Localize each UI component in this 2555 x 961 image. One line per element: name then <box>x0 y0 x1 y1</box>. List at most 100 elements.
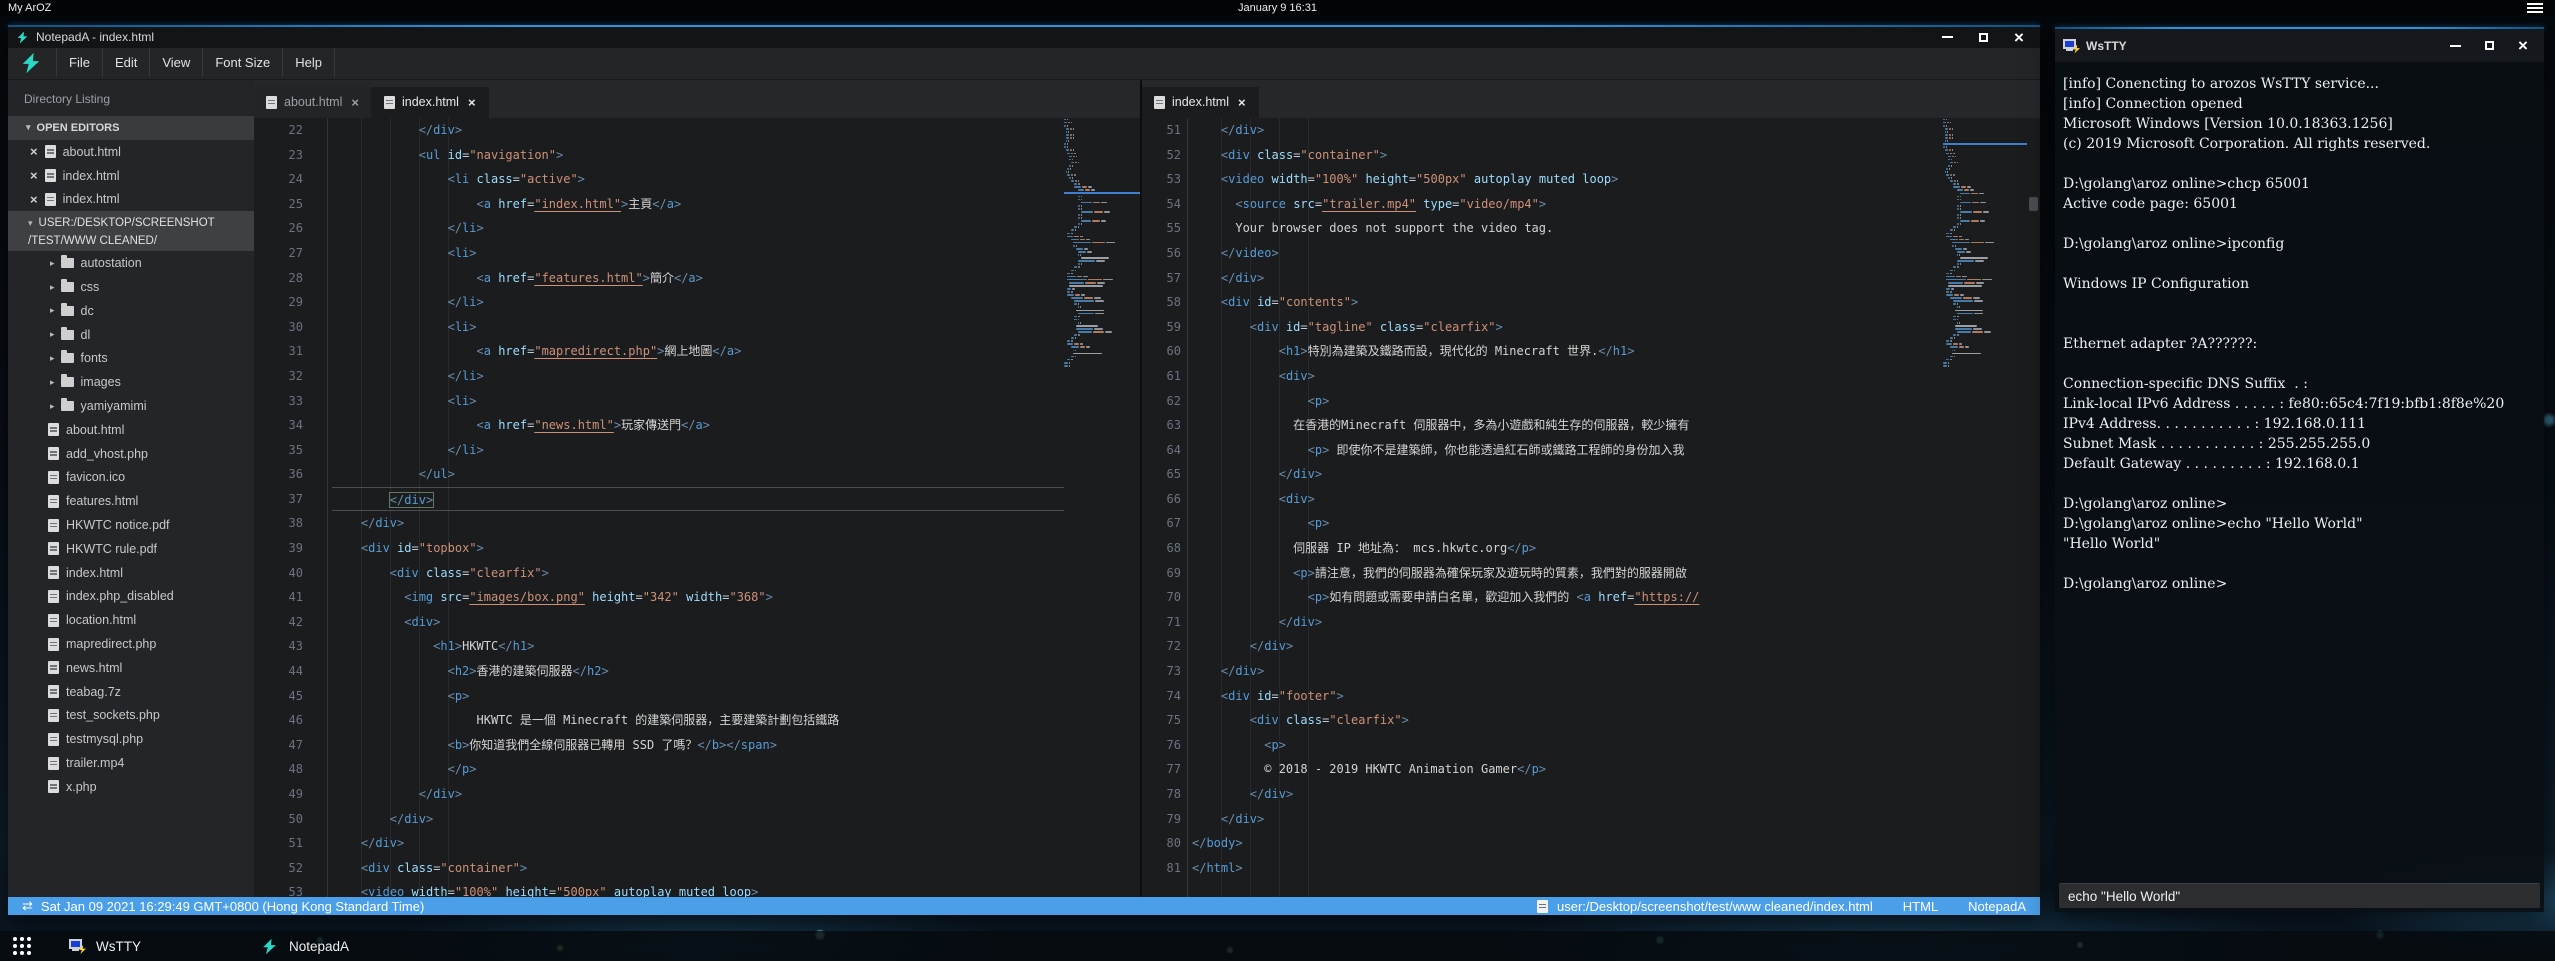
sidebar-folder-css[interactable]: ▸css <box>8 275 254 299</box>
tab-about.html[interactable]: about.html× <box>254 87 372 118</box>
open-editor-item[interactable]: × index.html <box>8 164 254 188</box>
terminal-command-input[interactable] <box>2059 883 2540 908</box>
file-label: HKWTC rule.pdf <box>66 542 157 556</box>
wstty-titlebar[interactable]: WsTTY × <box>2055 29 2544 62</box>
sidebar-folder-images[interactable]: ▸images <box>8 370 254 394</box>
sidebar-file-teabag.7z[interactable]: teabag.7z <box>8 680 254 704</box>
code-line: </div> <box>1192 610 1943 635</box>
folder-label: dc <box>81 304 94 318</box>
system-menu-icon[interactable] <box>2527 3 2543 13</box>
folder-icon <box>61 306 74 316</box>
open-editor-item[interactable]: ×index.html <box>8 188 254 212</box>
sidebar-folder-fonts[interactable]: ▸fonts <box>8 347 254 371</box>
code-line: </p> <box>332 757 1064 782</box>
file-icon <box>48 614 59 627</box>
sidebar-file-testmysql.php[interactable]: testmysql.php <box>8 727 254 751</box>
maximize-icon[interactable] <box>2482 39 2496 53</box>
menu-font-size[interactable]: Font Size <box>203 48 283 77</box>
code-line: </li> <box>332 438 1064 463</box>
maximize-icon[interactable] <box>1976 30 1990 44</box>
open-editor-item[interactable]: ×about.html <box>8 140 254 164</box>
minimize-icon[interactable] <box>2448 39 2462 53</box>
sidebar-folder-dl[interactable]: ▸dl <box>8 323 254 347</box>
taskbar: WsTTY NotepadA <box>0 931 2555 961</box>
taskbar-label: WsTTY <box>96 939 141 954</box>
chevron-down-icon: ▾ <box>26 122 31 133</box>
scrollbar-thumb[interactable] <box>2029 197 2038 211</box>
file-icon <box>48 423 59 436</box>
notepad-titlebar[interactable]: NotepadA - index.html × <box>8 27 2040 48</box>
sidebar-file-index.html[interactable]: index.html <box>8 561 254 585</box>
code-line: 伺服器 IP 地址為： mcs.hkwtc.org</p> <box>1192 536 1943 561</box>
taskbar-item-wstty[interactable]: WsTTY <box>59 931 151 961</box>
file-icon <box>266 96 277 109</box>
sidebar-file-trailer.mp4[interactable]: trailer.mp4 <box>8 751 254 775</box>
code-line: </div> <box>1192 266 1943 291</box>
minimize-icon[interactable] <box>1940 30 1954 44</box>
close-icon[interactable]: × <box>2516 39 2530 53</box>
terminal-output[interactable]: [info] Conencting to arozos WsTTY servic… <box>2055 62 2544 912</box>
sidebar-file-test_sockets.php[interactable]: test_sockets.php <box>8 704 254 728</box>
terminal-line: D:\golang\aroz online>ipconfig <box>2063 234 2536 254</box>
file-icon <box>384 96 395 109</box>
terminal-line: Active code page: 65001 <box>2063 194 2536 214</box>
file-icon <box>48 590 59 603</box>
file-icon <box>48 685 59 698</box>
workspace-root-item[interactable]: ▾ USER:/DESKTOP/SCREENSHOT /TEST/WWW CLE… <box>8 211 254 251</box>
sidebar-file-about.html[interactable]: about.html <box>8 418 254 442</box>
file-label: favicon.ico <box>66 470 125 484</box>
file-label: testmysql.php <box>66 732 143 746</box>
open-editor-label: index.html <box>63 169 120 183</box>
code-line: <p> <box>1192 389 1943 414</box>
sidebar-folder-yamiyamimi[interactable]: ▸yamiyamimi <box>8 394 254 418</box>
code-line: <h2>香港的建築伺服器</h2> <box>332 659 1064 684</box>
code-editor-right[interactable]: </div> <div class="container"> <video wi… <box>1188 118 1943 897</box>
code-line: </div> <box>332 118 1064 143</box>
code-line: <div class="clearfix"> <box>1192 708 1943 733</box>
app-launcher-icon[interactable] <box>13 937 31 955</box>
open-editors-section[interactable]: ▾ OPEN EDITORS <box>8 116 254 140</box>
sidebar-folder-autostation[interactable]: ▸autostation <box>8 251 254 275</box>
sidebar: Directory Listing ▾ OPEN EDITORS ×about.… <box>8 80 254 897</box>
tab-index.html[interactable]: index.html× <box>372 87 489 118</box>
terminal-line: Subnet Mask . . . . . . . . . . . : 255.… <box>2063 434 2536 454</box>
code-line: </body> <box>1192 831 1943 856</box>
code-line: <p> 即使你不是建築師，你也能透過紅石師或鐵路工程師的身份加入我 <box>1192 438 1943 463</box>
tab-index.html[interactable]: index.html× <box>1142 87 1259 118</box>
sidebar-file-add_vhost.php[interactable]: add_vhost.php <box>8 442 254 466</box>
taskbar-item-notepada[interactable]: NotepadA <box>251 931 359 961</box>
menu-help[interactable]: Help <box>283 48 335 77</box>
close-icon[interactable]: × <box>2012 30 2026 44</box>
close-icon[interactable]: × <box>30 144 38 159</box>
code-line: </div> <box>1192 659 1943 684</box>
code-editor-left[interactable]: </div> <ul id="navigation"> <li class="a… <box>328 118 1064 897</box>
close-icon[interactable]: × <box>351 95 359 110</box>
scrollbar[interactable] <box>2027 118 2040 897</box>
close-icon[interactable]: × <box>30 192 38 207</box>
window-title: NotepadA - index.html <box>36 30 154 44</box>
file-icon <box>48 780 59 793</box>
sidebar-file-HKWTC_rule.pdf[interactable]: HKWTC rule.pdf <box>8 537 254 561</box>
minimap-right[interactable] <box>1943 118 2027 897</box>
sidebar-file-HKWTC_notice.pdf[interactable]: HKWTC notice.pdf <box>8 513 254 537</box>
sidebar-file-index.php_disabled[interactable]: index.php_disabled <box>8 585 254 609</box>
sidebar-file-mapredirect.php[interactable]: mapredirect.php <box>8 632 254 656</box>
close-icon[interactable]: × <box>468 95 476 110</box>
chevron-right-icon: ▸ <box>50 329 55 340</box>
sidebar-file-location.html[interactable]: location.html <box>8 608 254 632</box>
close-icon[interactable]: × <box>30 168 38 183</box>
sidebar-folder-dc[interactable]: ▸dc <box>8 299 254 323</box>
menu-file[interactable]: File <box>56 48 103 77</box>
sidebar-file-news.html[interactable]: news.html <box>8 656 254 680</box>
folder-icon <box>61 330 74 340</box>
chevron-right-icon: ▸ <box>50 282 55 293</box>
menu-edit[interactable]: Edit <box>103 48 150 77</box>
close-icon[interactable]: × <box>1238 95 1246 110</box>
sidebar-file-x.php[interactable]: x.php <box>8 775 254 799</box>
code-line: <source src="trailer.mp4" type="video/mp… <box>1192 192 1943 217</box>
sidebar-file-features.html[interactable]: features.html <box>8 489 254 513</box>
status-file-path: user:/Desktop/screenshot/test/www cleane… <box>1557 899 1873 914</box>
sidebar-file-favicon.ico[interactable]: favicon.ico <box>8 466 254 490</box>
menu-view[interactable]: View <box>150 48 203 77</box>
minimap-left[interactable] <box>1064 118 1140 897</box>
